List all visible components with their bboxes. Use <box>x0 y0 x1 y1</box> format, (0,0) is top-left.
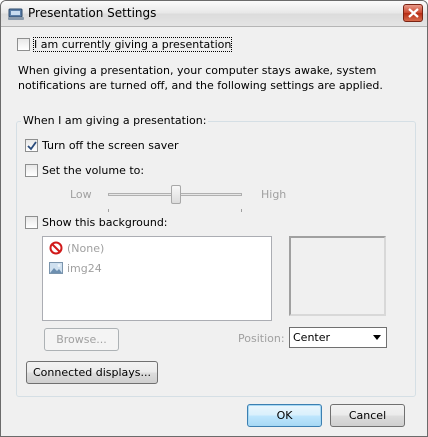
presentation-settings-dialog: Presentation Settings I am currently giv… <box>0 0 428 437</box>
position-value: Center <box>293 331 331 344</box>
list-item[interactable]: img24 <box>49 261 102 275</box>
connected-displays-button[interactable]: Connected displays... <box>26 361 158 384</box>
list-item-label: (None) <box>67 241 105 255</box>
volume-checkbox[interactable] <box>25 164 38 177</box>
presenting-checkbox[interactable] <box>17 38 30 51</box>
title-bar: Presentation Settings <box>1 1 427 27</box>
ok-button[interactable]: OK <box>247 404 322 427</box>
check-mark-icon <box>27 141 37 151</box>
presenting-checkbox-row[interactable]: I am currently giving a presentation <box>17 37 233 52</box>
list-item[interactable]: (None) <box>49 241 104 255</box>
volume-checkbox-row[interactable]: Set the volume to: <box>25 164 144 177</box>
group-label: When I am giving a presentation: <box>21 114 209 127</box>
list-item-label: img24 <box>67 261 102 275</box>
window-title: Presentation Settings <box>28 6 157 20</box>
description-line-1: When giving a presentation, your compute… <box>18 64 377 77</box>
screensaver-checkbox[interactable] <box>25 139 38 152</box>
background-list[interactable]: (None) img24 <box>42 236 272 321</box>
position-label: Position: <box>238 332 285 345</box>
browse-button[interactable]: Browse... <box>44 328 119 351</box>
close-button[interactable] <box>403 4 423 22</box>
slider-tick <box>108 209 109 212</box>
no-symbol-icon <box>49 241 63 255</box>
background-checkbox[interactable] <box>25 216 38 229</box>
slider-low-label: Low <box>70 188 92 201</box>
background-preview <box>289 236 386 316</box>
volume-label: Set the volume to: <box>42 164 145 177</box>
cancel-button[interactable]: Cancel <box>330 404 405 427</box>
volume-slider-thumb[interactable] <box>171 185 181 204</box>
position-select[interactable]: Center <box>289 327 387 348</box>
screensaver-label: Turn off the screen saver <box>42 139 179 152</box>
chevron-down-icon <box>373 335 381 340</box>
background-label: Show this background: <box>42 216 168 229</box>
background-checkbox-row[interactable]: Show this background: <box>25 216 168 229</box>
description-line-2: notifications are turned off, and the fo… <box>18 79 383 92</box>
image-icon <box>49 261 63 275</box>
presenting-checkbox-label: I am currently giving a presentation <box>32 37 233 52</box>
slider-tick <box>241 209 242 212</box>
screensaver-checkbox-row[interactable]: Turn off the screen saver <box>25 139 179 152</box>
slider-high-label: High <box>261 188 287 201</box>
close-icon <box>408 8 419 18</box>
mobility-center-icon <box>8 7 24 21</box>
